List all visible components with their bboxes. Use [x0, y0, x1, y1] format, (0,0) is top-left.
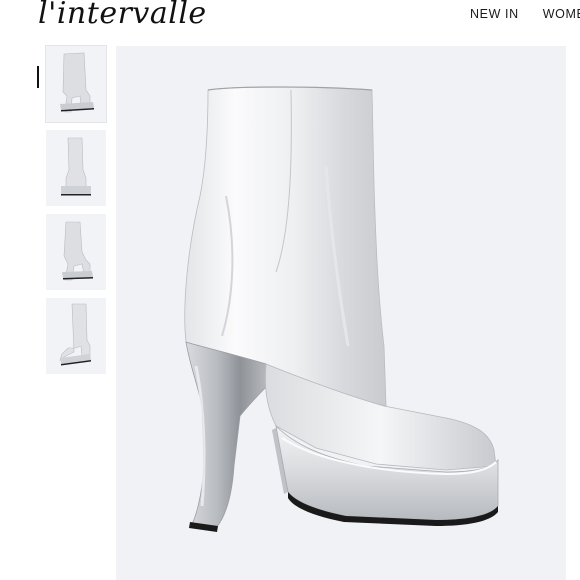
active-thumbnail-indicator: [37, 66, 39, 88]
boot-angle-thumbnail-icon: [62, 221, 93, 281]
boot-front-thumbnail-icon: [61, 137, 91, 196]
boot-inner-thumbnail-icon: [59, 303, 91, 366]
thumbnail-1[interactable]: [45, 45, 107, 123]
thumbnail-3[interactable]: [46, 214, 106, 290]
thumbnail-4[interactable]: [46, 298, 106, 374]
silver-platform-boot-icon: [184, 86, 499, 532]
thumbnail-2[interactable]: [46, 130, 106, 206]
product-page: l'intervalle NEW IN WOME: [0, 0, 580, 580]
brand-logo[interactable]: l'intervalle: [38, 0, 207, 31]
boot-side-thumbnail-icon: [60, 52, 94, 113]
nav-item-new-in[interactable]: NEW IN: [470, 7, 519, 21]
product-main-image[interactable]: [116, 46, 566, 580]
nav-item-women[interactable]: WOME: [543, 7, 580, 21]
main-nav: NEW IN WOME: [470, 7, 580, 21]
